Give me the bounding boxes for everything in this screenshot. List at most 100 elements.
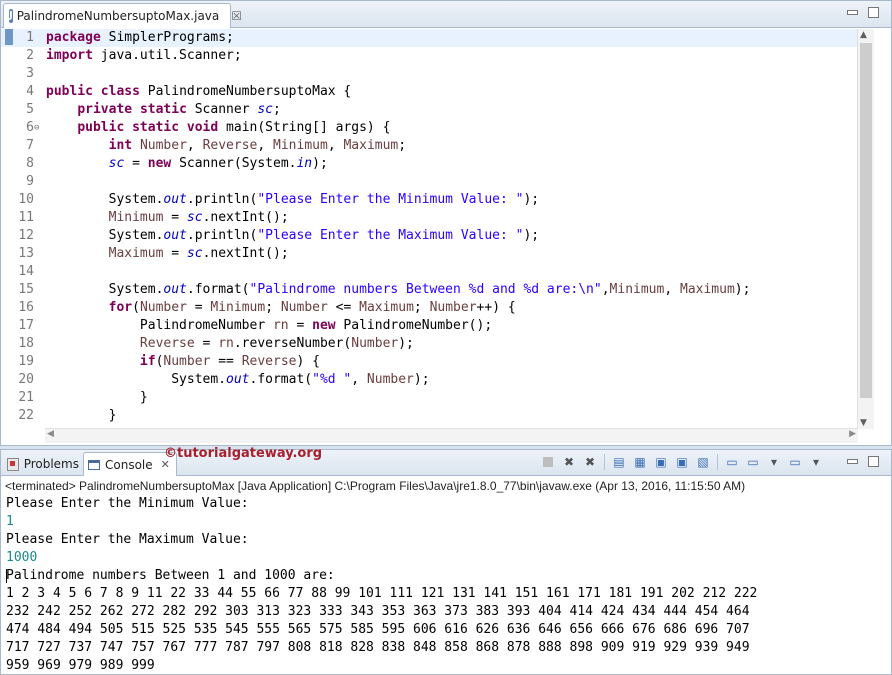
- line-number: 4: [26, 84, 34, 99]
- code-token: ,: [351, 372, 367, 387]
- code-token: }: [46, 408, 117, 423]
- code-token: ,: [664, 282, 680, 297]
- code-token: .nextInt();: [202, 210, 289, 225]
- clear-console-icon[interactable]: ▤: [612, 455, 626, 469]
- close-tab-icon[interactable]: ☒: [231, 9, 242, 23]
- code-line[interactable]: 20 System.out.format("%d ", Number);: [1, 371, 858, 389]
- code-line[interactable]: 6 ⊖ public static void main(String[] args…: [1, 119, 858, 137]
- code-token: Scanner: [186, 102, 258, 117]
- code-line[interactable]: 9: [1, 173, 858, 191]
- tab-console[interactable]: Console ✕: [83, 452, 177, 476]
- code-token: if: [139, 354, 156, 369]
- maximize-icon[interactable]: [868, 456, 879, 467]
- scroll-lock-icon[interactable]: ▦: [633, 455, 647, 469]
- scroll-thumb[interactable]: [860, 43, 872, 398]
- console-line-text: 1000: [6, 550, 38, 565]
- terminate-icon[interactable]: [543, 457, 553, 467]
- fold-icon[interactable]: ⊖: [34, 119, 43, 137]
- chevron-down-icon[interactable]: ▾: [809, 455, 823, 469]
- code-line[interactable]: 8 sc = new Scanner(System.in);: [1, 155, 858, 173]
- code-token: ,: [186, 138, 203, 153]
- code-token: =: [163, 210, 187, 225]
- code-line[interactable]: 10 System.out.println("Please Enter the …: [1, 191, 858, 209]
- code-token: Maximum: [680, 282, 735, 297]
- horizontal-scrollbar[interactable]: ◀ ▶: [45, 428, 858, 443]
- code-token: new: [147, 156, 172, 171]
- remove-launch-icon[interactable]: ✖: [562, 455, 576, 469]
- open-console-icon[interactable]: ▭: [788, 455, 802, 469]
- console-output[interactable]: Please Enter the Minimum Value: 1 Please …: [6, 495, 886, 675]
- code-token: Number: [429, 300, 477, 315]
- console-output-line: Please Enter the Minimum Value:: [6, 495, 886, 513]
- scroll-right-icon[interactable]: ▶: [849, 429, 856, 439]
- code-line[interactable]: 3: [1, 65, 858, 83]
- code-line[interactable]: 12 System.out.println("Please Enter the …: [1, 227, 858, 245]
- code-editor[interactable]: 1 package SimplerPrograms; 2 import java.ut…: [1, 29, 858, 427]
- code-line[interactable]: 2 import java.util.Scanner;: [1, 47, 858, 65]
- code-token: Number: [366, 372, 414, 387]
- chevron-down-icon[interactable]: ▾: [767, 455, 781, 469]
- code-token: sc: [108, 156, 125, 171]
- scroll-left-icon[interactable]: ◀: [47, 429, 54, 439]
- display-console-icon[interactable]: ▭: [746, 455, 760, 469]
- code-line[interactable]: 18 Reverse = rn.reverseNumber(Number);: [1, 335, 858, 353]
- minimize-icon[interactable]: [847, 10, 858, 15]
- line-number: 22: [18, 408, 34, 423]
- console-input-line: 1000: [6, 549, 886, 567]
- code-token: out: [163, 192, 187, 207]
- code-token: Maximum: [108, 246, 164, 261]
- tab-problems[interactable]: Problems: [3, 452, 83, 476]
- pin-console-icon[interactable]: ▭: [725, 455, 739, 469]
- line-number: 6: [26, 120, 34, 135]
- code-line[interactable]: 17 PalindromeNumber rn = new PalindromeN…: [1, 317, 858, 335]
- code-line[interactable]: 22 }: [1, 407, 858, 425]
- code-line[interactable]: 4 public class PalindromeNumbersuptoMax {: [1, 83, 858, 101]
- code-line[interactable]: 15 System.out.format("Palindrome numbers…: [1, 281, 858, 299]
- scroll-up-icon[interactable]: ▲: [860, 30, 867, 40]
- code-line[interactable]: 13 Maximum = sc.nextInt();: [1, 245, 858, 263]
- code-line[interactable]: 16 for(Number = Minimum; Number <= Maxim…: [1, 299, 858, 317]
- code-token: .format(: [249, 372, 313, 387]
- code-token: ;: [265, 300, 281, 315]
- code-token: (: [132, 300, 140, 315]
- code-token: Reverse: [139, 336, 195, 351]
- line-number: 7: [26, 138, 34, 153]
- code-line[interactable]: 1 package SimplerPrograms;: [1, 29, 858, 47]
- code-token: ;: [273, 102, 281, 117]
- code-line[interactable]: 11 Minimum = sc.nextInt();: [1, 209, 858, 227]
- show-on-output-icon[interactable]: ▣: [654, 455, 668, 469]
- line-number: 10: [18, 192, 34, 207]
- code-line[interactable]: 7 int Number, Reverse, Minimum, Maximum;: [1, 137, 858, 155]
- code-line[interactable]: 19 if(Number == Reverse) {: [1, 353, 858, 371]
- code-text: int Number, Reverse, Minimum, Maximum;: [46, 137, 406, 155]
- scroll-down-icon[interactable]: ▼: [860, 418, 867, 428]
- code-line[interactable]: 21 }: [1, 389, 858, 407]
- launch-info: <terminated> PalindromeNumbersuptoMax [J…: [5, 479, 746, 493]
- code-token: "Please Enter the Minimum Value: ": [257, 192, 524, 207]
- code-token: ==: [210, 354, 242, 369]
- vertical-scrollbar[interactable]: ▲ ▼: [857, 29, 874, 429]
- show-on-error-icon[interactable]: ▣: [675, 455, 689, 469]
- code-text: public static void main(String[] args) {: [46, 119, 390, 137]
- minimize-icon[interactable]: [847, 459, 858, 464]
- maximize-icon[interactable]: [868, 7, 879, 18]
- watermark: ©tutorialgateway.org: [164, 446, 323, 461]
- code-token: PalindromeNumbersuptoMax {: [139, 84, 352, 99]
- code-token: in: [296, 156, 313, 171]
- editor-tab[interactable]: J PalindromeNumbersuptoMax.java ☒: [3, 3, 242, 28]
- java-file-icon: J: [9, 9, 13, 23]
- code-token: sc: [257, 102, 274, 117]
- code-line[interactable]: 14: [1, 263, 858, 281]
- word-wrap-icon[interactable]: ▧: [696, 455, 710, 469]
- code-token: Reverse: [202, 138, 258, 153]
- code-line[interactable]: 5 private static Scanner sc;: [1, 101, 858, 119]
- code-token: out: [226, 372, 250, 387]
- remove-all-launches-icon[interactable]: ✖: [583, 455, 597, 469]
- code-token: .format(: [186, 282, 250, 297]
- code-token: private: [77, 102, 133, 117]
